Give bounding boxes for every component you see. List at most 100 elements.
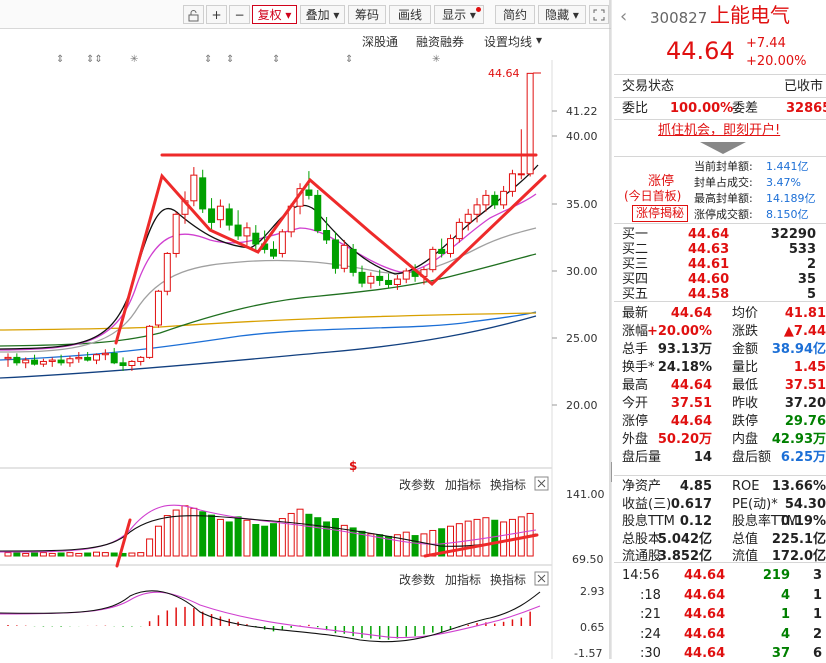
macd-dea-line <box>0 591 541 639</box>
close-indicator-icon[interactable] <box>534 476 549 491</box>
candle[interactable] <box>367 272 375 289</box>
weicha-label: 委差 <box>732 101 759 116</box>
candle[interactable] <box>278 229 286 258</box>
stat-label: 内盘 <box>732 432 759 447</box>
splitter[interactable] <box>611 0 612 659</box>
stat-label: 涨跌 <box>732 324 759 339</box>
edit-params-link[interactable]: 改参数 <box>399 477 435 492</box>
event-marker[interactable]: ⇕ <box>272 54 280 65</box>
candle[interactable] <box>172 211 180 258</box>
splitter-handle[interactable] <box>611 462 612 482</box>
candle[interactable] <box>66 356 74 367</box>
candle[interactable] <box>31 354 39 366</box>
add-indicator-link[interactable]: 加指标 <box>445 572 481 587</box>
event-marker[interactable]: ⇕ <box>204 54 212 65</box>
fund-value: 3.852亿 <box>657 549 712 564</box>
stat-value: 41.81 <box>784 306 826 321</box>
volume-bar <box>225 521 233 557</box>
event-marker[interactable]: ⇕ <box>226 54 234 65</box>
candle[interactable] <box>154 289 162 328</box>
volume-bar <box>429 529 437 557</box>
volume-bar <box>93 551 100 557</box>
switch-indicator-link[interactable]: 换指标 <box>490 572 526 587</box>
volume-bar <box>296 508 304 557</box>
candle[interactable] <box>13 353 21 366</box>
volume-bar <box>482 517 490 557</box>
candle[interactable] <box>84 352 92 362</box>
candle[interactable] <box>340 239 348 273</box>
candle[interactable] <box>146 325 154 359</box>
event-marker[interactable]: ✳ <box>432 54 440 65</box>
candle[interactable] <box>208 198 216 230</box>
candle[interactable] <box>101 349 109 361</box>
dividend-marker-icon[interactable]: $ <box>349 459 357 473</box>
candle[interactable] <box>234 210 242 240</box>
candle-body <box>84 356 92 361</box>
price-change-pct: +20.00% <box>746 54 807 69</box>
annotation-volume-line[interactable] <box>115 518 132 568</box>
candle[interactable] <box>137 356 145 366</box>
candle[interactable] <box>508 169 516 197</box>
candle[interactable] <box>402 268 410 284</box>
candle[interactable] <box>314 190 322 234</box>
candle[interactable] <box>181 191 189 224</box>
candle[interactable] <box>429 246 437 273</box>
candle[interactable] <box>93 353 100 365</box>
stat-row: 最新 44.64 均价 41.81 <box>614 304 826 323</box>
switch-indicator-link[interactable]: 换指标 <box>490 477 526 492</box>
user-annotations[interactable] <box>114 153 547 568</box>
candle[interactable] <box>48 357 56 367</box>
candle-body <box>305 189 313 196</box>
stat-value: 1.45 <box>793 360 826 375</box>
candle[interactable] <box>500 185 508 209</box>
fund-label: ROE <box>732 479 760 494</box>
event-marker[interactable]: ⇕⇕ <box>86 54 103 65</box>
candle-body <box>110 352 118 364</box>
volume-bar <box>500 521 508 557</box>
candle-body <box>75 356 83 360</box>
kline-chart[interactable]: ⇕ ⇕⇕ ✳ ⇕ ⇕ ⇕ ⇕ ✳ $ 41.22 40.00 35.00 30.… <box>0 0 612 659</box>
edit-params-link[interactable]: 改参数 <box>399 572 435 587</box>
candle[interactable] <box>75 352 83 363</box>
add-indicator-link[interactable]: 加指标 <box>445 477 481 492</box>
candle[interactable] <box>455 218 463 243</box>
close-indicator-icon[interactable] <box>534 571 549 586</box>
volume-bar <box>331 518 339 557</box>
event-marker[interactable]: ✳ <box>130 54 138 65</box>
stat-label: 均价 <box>732 306 759 321</box>
volume-bar <box>420 533 428 557</box>
event-marker[interactable]: ⇕ <box>56 54 64 65</box>
candle-body <box>199 177 207 210</box>
candle[interactable] <box>199 169 207 213</box>
tick-time: :21 <box>640 607 661 622</box>
volume-bar <box>491 519 499 557</box>
tick-volume: 219 <box>762 568 790 583</box>
collapse-arrow-icon[interactable] <box>700 142 746 154</box>
candle[interactable] <box>491 191 499 209</box>
tick-time: :30 <box>640 646 661 661</box>
candle[interactable] <box>110 347 118 365</box>
trade-status-label: 交易状态 <box>622 79 675 94</box>
candle[interactable] <box>385 273 393 289</box>
stat-label: 换手* <box>622 360 655 375</box>
candle[interactable] <box>270 241 277 259</box>
candle[interactable] <box>225 203 233 231</box>
prev-stock-icon[interactable]: ‹ <box>620 7 627 26</box>
candle[interactable] <box>190 167 198 207</box>
seal-stat-label: 涨停成交额: <box>694 208 753 221</box>
macd-dif-line <box>0 590 541 643</box>
event-marker[interactable]: ⇕ <box>345 54 353 65</box>
candle[interactable] <box>39 358 47 367</box>
candle-body <box>48 359 56 362</box>
volume-bar <box>39 552 47 557</box>
candle[interactable] <box>119 357 127 371</box>
candle[interactable] <box>163 252 171 296</box>
stat-value: 44.64 <box>670 306 712 321</box>
limit-reveal-button[interactable]: 涨停揭秘 <box>632 205 689 222</box>
stat-label: 外盘 <box>622 432 649 447</box>
open-account-link[interactable]: 抓住机会，即刻开户! <box>658 121 780 140</box>
candle-body <box>367 275 375 284</box>
candle[interactable] <box>216 199 224 228</box>
candle[interactable] <box>526 72 534 177</box>
volume-bar <box>110 552 118 557</box>
